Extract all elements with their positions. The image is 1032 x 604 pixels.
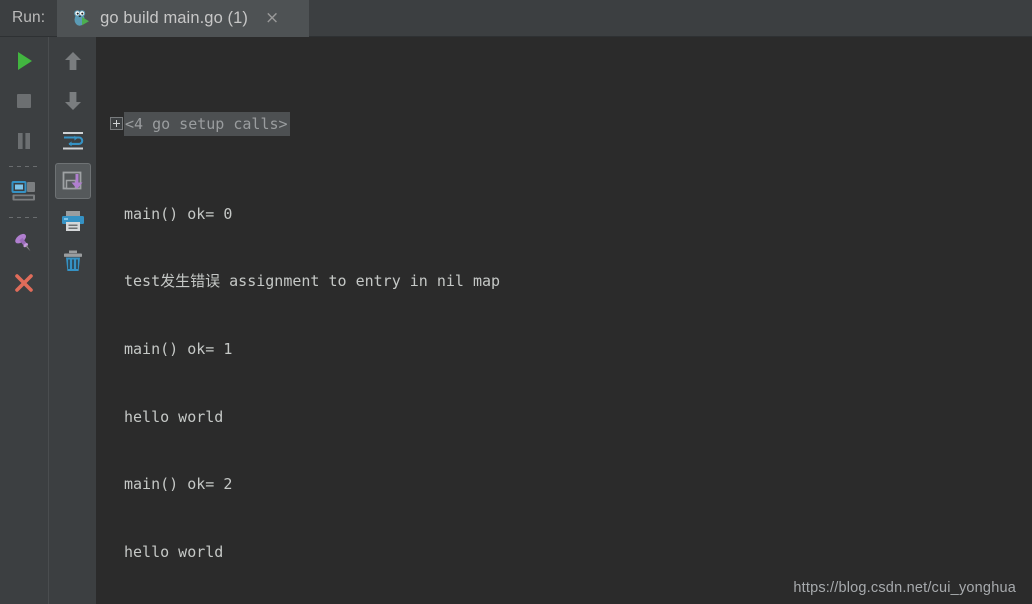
watermark-url: https://blog.csdn.net/cui_yonghua	[793, 580, 1016, 596]
toolbar-separator-2	[9, 217, 39, 218]
stop-square-icon	[17, 94, 31, 108]
run-tool-window: Run: go build main.go (1) × <4 go setup …	[0, 0, 1032, 604]
console-line-text: hello world	[124, 543, 224, 562]
console-lines: <4 go setup calls> main() ok= 0 test发生错误…	[96, 45, 1032, 604]
expand-plus-icon[interactable]	[110, 117, 123, 131]
close-tab-button[interactable]	[6, 265, 42, 301]
restore-layout-icon	[11, 181, 35, 201]
console-line: main() ok= 1	[110, 338, 1032, 361]
pause-icon	[18, 133, 30, 149]
console-fold-label: <4 go setup calls>	[124, 111, 290, 137]
soft-wrap-button[interactable]	[55, 123, 91, 159]
restore-layout-button[interactable]	[6, 174, 42, 210]
rerun-button[interactable]	[6, 43, 42, 79]
go-gopher-icon	[71, 8, 91, 28]
scroll-to-end-icon	[62, 171, 82, 190]
console-output-panel[interactable]: <4 go setup calls> main() ok= 0 test发生错误…	[96, 37, 1032, 604]
close-x-icon	[15, 274, 33, 292]
arrow-down-icon	[64, 92, 81, 110]
console-line: main() ok= 2	[110, 473, 1032, 496]
run-actions-toolbar-right	[48, 37, 96, 604]
scroll-to-end-button[interactable]	[54, 163, 91, 199]
clear-all-button[interactable]	[55, 243, 91, 279]
tab-go-build-main-go[interactable]: go build main.go (1) ×	[57, 0, 310, 37]
play-icon	[18, 52, 32, 70]
console-line-text: hello world	[124, 407, 224, 426]
soft-wrap-icon	[62, 132, 83, 150]
console-fold-line[interactable]: <4 go setup calls>	[110, 111, 1032, 137]
run-label: Run:	[12, 9, 46, 26]
trash-icon	[63, 250, 82, 271]
console-line-text: test发生错误 assignment to entry in nil map	[124, 272, 501, 291]
scroll-down-button[interactable]	[55, 83, 91, 119]
pin-tab-button[interactable]	[6, 225, 42, 261]
scroll-up-button[interactable]	[55, 43, 91, 79]
printer-icon	[61, 211, 84, 231]
run-tool-window-header: Run: go build main.go (1) ×	[0, 0, 1032, 37]
console-line: hello world	[110, 541, 1032, 564]
console-line-text: main() ok= 2	[124, 475, 233, 494]
stop-button[interactable]	[6, 83, 42, 119]
tab-title: go build main.go (1)	[100, 8, 248, 27]
console-line: hello world	[110, 406, 1032, 429]
pin-icon	[15, 233, 31, 252]
console-line: test发生错误 assignment to entry in nil map	[110, 270, 1032, 293]
console-line-text: main() ok= 0	[124, 204, 233, 223]
toolbar-separator	[9, 166, 39, 167]
run-window-body: <4 go setup calls> main() ok= 0 test发生错误…	[0, 37, 1032, 604]
console-line: main() ok= 0	[110, 203, 1032, 226]
run-actions-toolbar-left	[0, 37, 48, 604]
arrow-up-icon	[64, 52, 81, 70]
pause-button[interactable]	[6, 123, 42, 159]
close-icon[interactable]: ×	[265, 9, 279, 27]
print-button[interactable]	[55, 203, 91, 239]
console-line-text: main() ok= 1	[124, 340, 233, 359]
